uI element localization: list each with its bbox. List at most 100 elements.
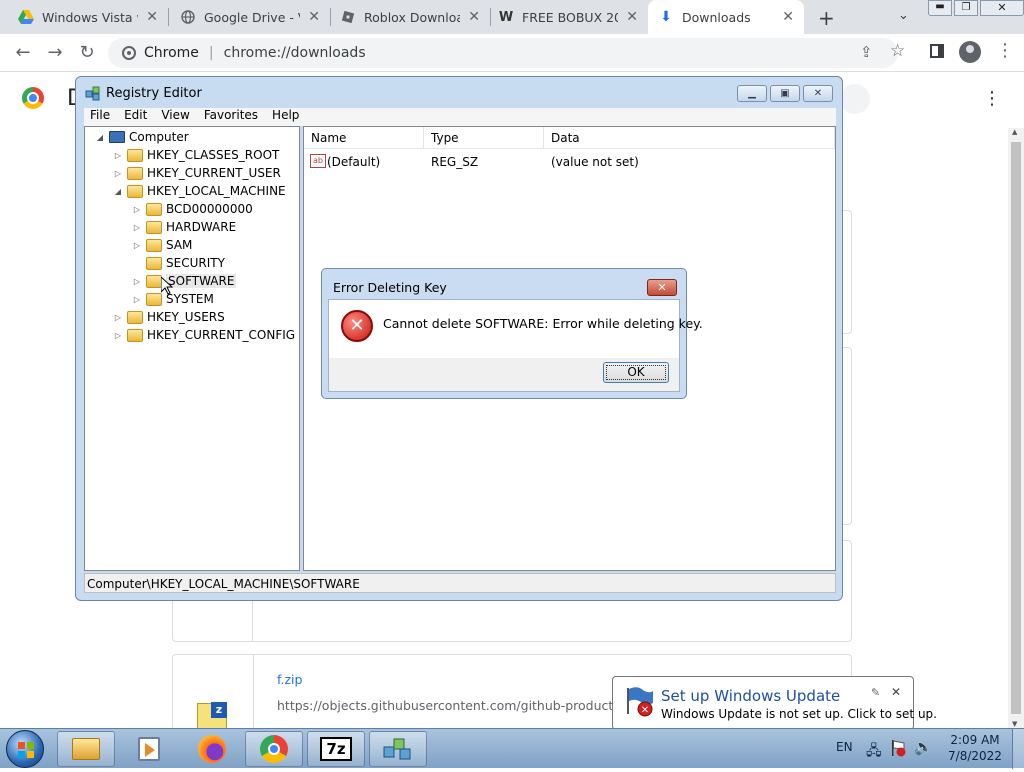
computer-icon xyxy=(109,131,125,143)
tab-search-chevron-icon[interactable]: ⌄ xyxy=(898,8,909,23)
minimize-button[interactable]: ▬ xyxy=(928,0,952,16)
bookmark-star-icon[interactable]: ☆ xyxy=(890,41,905,61)
folder-icon xyxy=(127,310,143,324)
menu-favorites[interactable]: Favorites xyxy=(204,108,258,126)
network-icon[interactable]: 🖧 xyxy=(866,740,882,764)
expand-arrow-icon[interactable]: ▷ xyxy=(132,277,142,286)
tab-windows-vista[interactable]: Windows Vista with ✕ xyxy=(8,0,168,34)
taskbar-chrome[interactable] xyxy=(245,731,303,767)
media-player-icon xyxy=(138,737,160,761)
back-button[interactable]: ← xyxy=(12,42,34,64)
tree-node-hkey-classes-root[interactable]: ▷ HKEY_CLASSES_ROOT xyxy=(113,146,279,164)
windows-update-balloon[interactable]: ✕ Set up Windows Update Windows Update i… xyxy=(612,676,937,730)
expand-arrow-icon[interactable]: ▷ xyxy=(113,151,123,160)
side-panel-icon[interactable] xyxy=(930,44,944,58)
clock[interactable]: 2:09 AM 7/8/2022 xyxy=(945,733,1005,763)
folder-icon xyxy=(127,148,143,162)
regedit-close-button[interactable]: ✕ xyxy=(803,85,833,102)
address-bar[interactable]: Chrome | chrome://downloads xyxy=(108,38,898,68)
tree-node-bcd[interactable]: ▷ BCD00000000 xyxy=(132,200,253,218)
tab-downloads[interactable]: ⬇ Downloads ✕ xyxy=(648,0,804,34)
close-tab-icon[interactable]: ✕ xyxy=(468,9,480,25)
column-header-data[interactable]: Data xyxy=(544,127,835,149)
tree-node-hkey-local-machine[interactable]: ◢ HKEY_LOCAL_MACHINE xyxy=(113,182,286,200)
profile-avatar[interactable] xyxy=(959,41,981,63)
expand-arrow-icon[interactable]: ▷ xyxy=(113,313,123,322)
restore-button[interactable]: ❐ xyxy=(954,0,978,16)
tree-node-hkey-users[interactable]: ▷ HKEY_USERS xyxy=(113,308,225,326)
close-tab-icon[interactable]: ✕ xyxy=(626,9,638,25)
folder-icon xyxy=(146,202,162,216)
download-source-url[interactable]: https://objects.githubusercontent.com/gi… xyxy=(277,698,613,713)
collapse-arrow-icon[interactable]: ◢ xyxy=(113,187,123,196)
mouse-cursor-icon xyxy=(160,275,174,298)
balloon-close-icon[interactable]: ✕ xyxy=(891,685,901,699)
language-indicator[interactable]: EN xyxy=(836,740,853,754)
menu-edit[interactable]: Edit xyxy=(124,108,147,126)
folder-icon xyxy=(127,328,143,342)
reload-button[interactable]: ↻ xyxy=(76,42,98,64)
close-window-button[interactable]: ✕ xyxy=(980,0,1024,16)
folder-icon xyxy=(146,292,162,306)
forward-button[interactable]: → xyxy=(44,42,66,64)
column-header-name[interactable]: Name xyxy=(304,127,424,149)
tab-google-drive[interactable]: Google Drive - Vir ✕ xyxy=(170,0,330,34)
expand-arrow-icon[interactable]: ▷ xyxy=(132,205,142,214)
tab-strip: Windows Vista with ✕ Google Drive - Vir … xyxy=(0,0,1024,34)
regedit-minimize-button[interactable]: ▁ xyxy=(737,85,767,102)
tree-node-computer[interactable]: ◢ Computer xyxy=(95,128,189,146)
tree-node-security[interactable]: SECURITY xyxy=(132,254,225,272)
close-tab-icon[interactable]: ✕ xyxy=(146,9,158,25)
download-filename-link[interactable]: f.zip xyxy=(277,672,302,687)
error-icon: ✕ xyxy=(341,310,373,342)
tree-node-sam[interactable]: ▷ SAM xyxy=(132,236,192,254)
menu-view[interactable]: View xyxy=(161,108,189,126)
taskbar-regedit[interactable] xyxy=(369,731,427,767)
regedit-maximize-button[interactable]: ▣ xyxy=(770,85,800,102)
volume-icon[interactable]: 🔈 xyxy=(914,738,933,756)
dialog-close-button[interactable]: ✕ xyxy=(647,279,677,296)
share-icon[interactable]: ⇪ xyxy=(860,43,873,61)
expand-arrow-icon[interactable]: ▷ xyxy=(132,295,142,304)
folder-icon xyxy=(146,220,162,234)
balloon-options-icon[interactable]: ✎ xyxy=(871,686,880,699)
collapse-arrow-icon[interactable]: ◢ xyxy=(95,133,105,142)
ok-button[interactable]: OK xyxy=(603,362,669,383)
chrome-icon xyxy=(260,735,288,763)
taskbar-media-player[interactable] xyxy=(120,731,178,767)
downloads-more-icon[interactable]: ⋮ xyxy=(983,88,1001,109)
globe-icon xyxy=(180,9,196,25)
new-tab-button[interactable]: + xyxy=(818,6,835,30)
clock-date: 7/8/2022 xyxy=(948,749,1002,763)
search-downloads-field[interactable] xyxy=(840,84,870,114)
expand-arrow-icon[interactable]: ▷ xyxy=(113,331,123,340)
page-scrollbar[interactable]: ▲ ▼ xyxy=(1008,128,1024,728)
expand-arrow-icon[interactable]: ▷ xyxy=(132,241,142,250)
tree-node-software[interactable]: ▷ SOFTWARE xyxy=(132,272,237,290)
menu-help[interactable]: Help xyxy=(272,108,299,126)
expand-arrow-icon[interactable]: ▷ xyxy=(132,223,142,232)
expand-arrow-icon[interactable]: ▷ xyxy=(113,169,123,178)
dialog-title: Error Deleting Key xyxy=(333,280,447,295)
7zip-icon: 7z xyxy=(320,737,352,761)
action-center-flag-icon[interactable] xyxy=(890,739,906,757)
taskbar-firefox[interactable] xyxy=(183,731,241,767)
value-row-name[interactable]: (Default) xyxy=(327,155,380,169)
taskbar-7zip[interactable]: 7z xyxy=(307,731,365,767)
dialog-body: ✕ Cannot delete SOFTWARE: Error while de… xyxy=(328,299,703,392)
site-label: Chrome xyxy=(144,45,199,61)
chrome-menu-icon[interactable]: ⋮ xyxy=(996,40,1014,61)
column-header-type[interactable]: Type xyxy=(424,127,544,149)
show-desktop-button[interactable] xyxy=(1012,729,1024,769)
tree-node-hkey-current-config[interactable]: ▷ HKEY_CURRENT_CONFIG xyxy=(113,326,295,344)
tab-free-bobux[interactable]: W FREE BOBUX 2022 ✕ xyxy=(488,0,648,34)
tree-node-hardware[interactable]: ▷ HARDWARE xyxy=(132,218,236,236)
folder-icon xyxy=(146,274,162,288)
close-tab-icon[interactable]: ✕ xyxy=(308,9,320,25)
tree-node-hkey-current-user[interactable]: ▷ HKEY_CURRENT_USER xyxy=(113,164,281,182)
start-button[interactable] xyxy=(6,730,44,768)
taskbar-explorer[interactable] xyxy=(57,731,115,767)
tab-roblox-download[interactable]: Roblox Download ✕ xyxy=(330,0,490,34)
menu-file[interactable]: File xyxy=(90,108,110,126)
close-tab-icon[interactable]: ✕ xyxy=(782,9,794,25)
